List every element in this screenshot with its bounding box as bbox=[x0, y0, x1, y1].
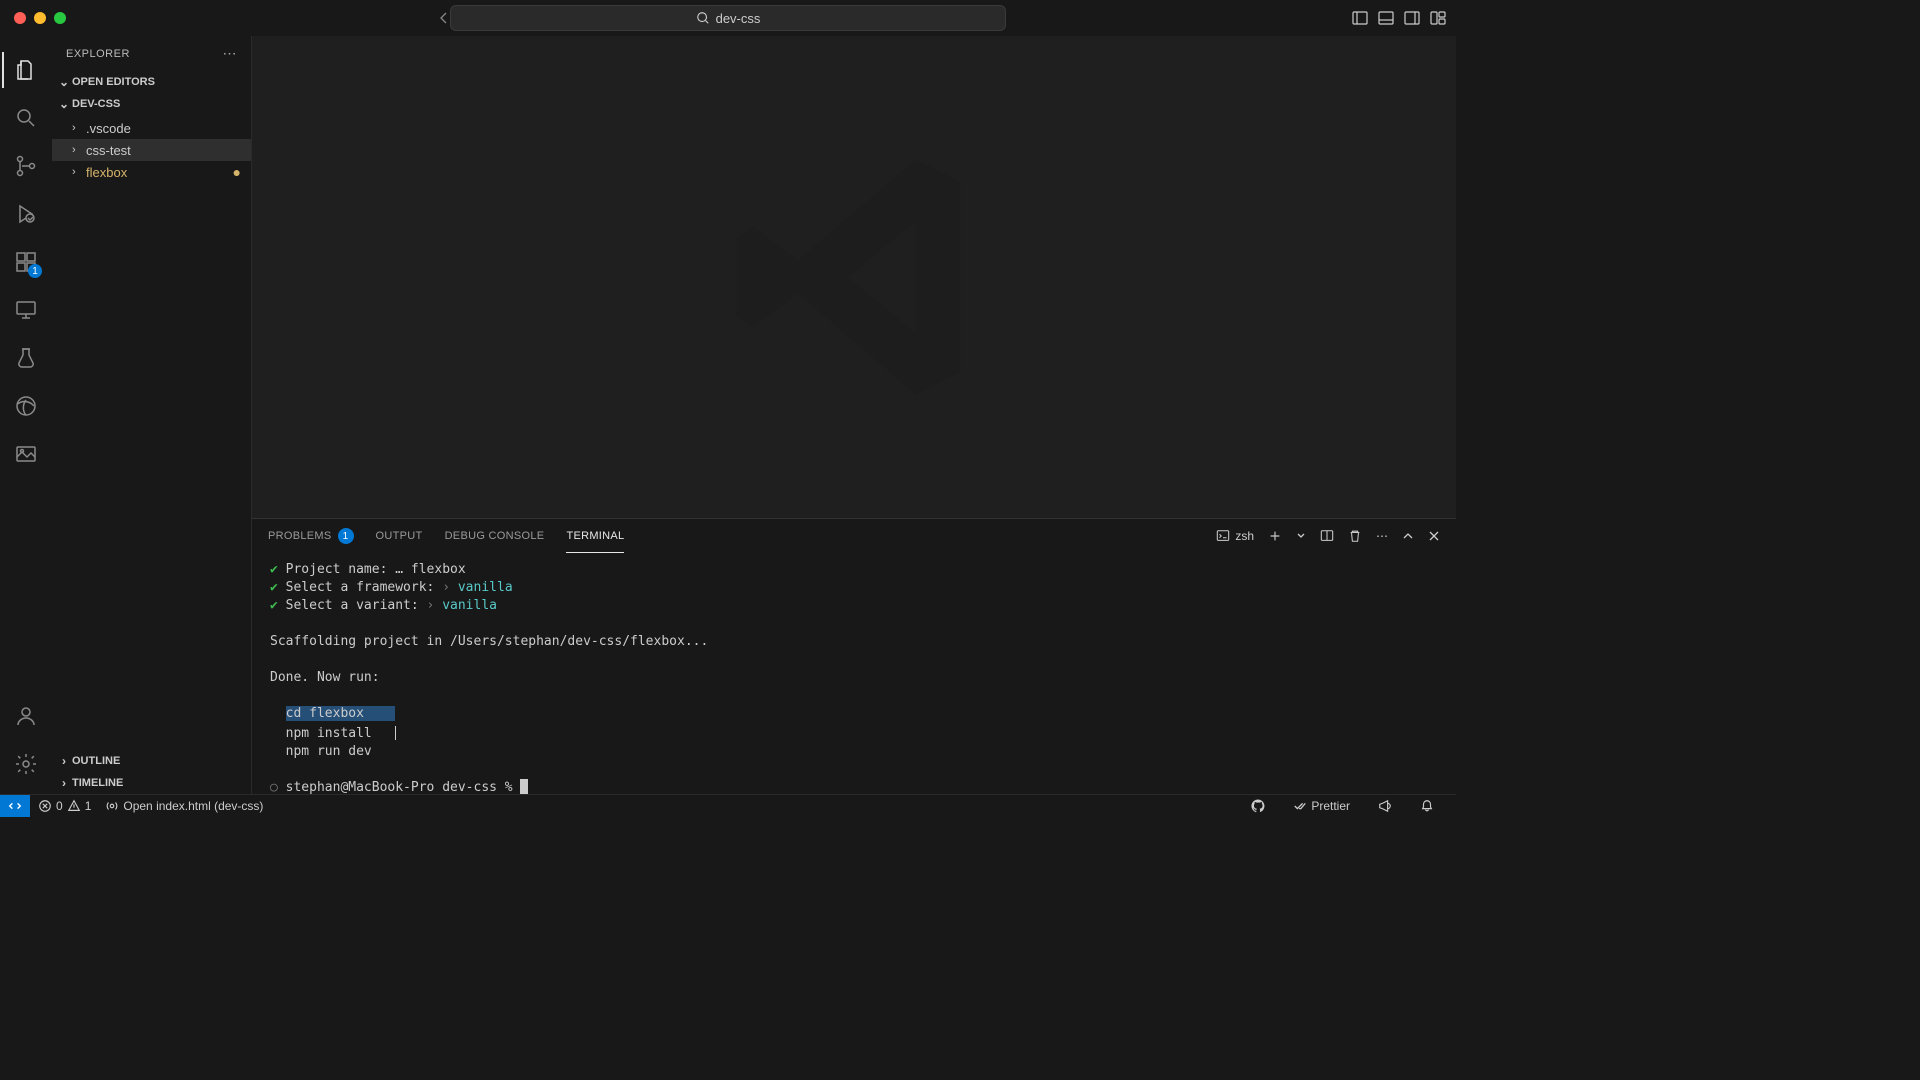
command-center-search[interactable]: dev-css bbox=[450, 5, 1006, 31]
terminal-icon bbox=[1216, 529, 1230, 543]
megaphone-icon bbox=[1378, 799, 1392, 813]
folder-vscode[interactable]: › .vscode bbox=[52, 117, 251, 139]
chevron-right-icon: › bbox=[56, 776, 72, 790]
activity-source-control[interactable] bbox=[2, 142, 50, 190]
terminal-dropdown-button[interactable] bbox=[1296, 531, 1306, 541]
github-icon bbox=[1251, 799, 1265, 813]
status-live-server[interactable]: Open index.html (dev-css) bbox=[105, 799, 263, 813]
window-controls bbox=[14, 12, 66, 24]
remote-indicator[interactable] bbox=[0, 795, 30, 817]
tab-problems[interactable]: PROBLEMS 1 bbox=[268, 519, 354, 553]
activity-remote-explorer[interactable] bbox=[2, 286, 50, 334]
activity-run-debug[interactable] bbox=[2, 190, 50, 238]
chevron-right-icon: › bbox=[72, 122, 86, 134]
open-editors-section[interactable]: ⌄ OPEN EDITORS bbox=[52, 71, 251, 93]
chevron-down-icon: ⌄ bbox=[56, 75, 72, 89]
outline-section[interactable]: › OUTLINE bbox=[52, 750, 251, 772]
extensions-badge: 1 bbox=[28, 264, 42, 278]
chevron-right-icon: › bbox=[72, 166, 86, 178]
timeline-section[interactable]: › TIMELINE bbox=[52, 772, 251, 794]
editor-area: PROBLEMS 1 OUTPUT DEBUG CONSOLE TERMINAL… bbox=[252, 36, 1456, 794]
activity-testing[interactable] bbox=[2, 334, 50, 382]
toggle-secondary-sidebar-button[interactable] bbox=[1404, 11, 1420, 25]
maximize-panel-button[interactable] bbox=[1402, 530, 1414, 542]
sidebar-title: EXPLORER bbox=[66, 48, 130, 60]
panel-more-button[interactable]: ⋯ bbox=[1376, 529, 1388, 543]
broadcast-icon bbox=[105, 799, 119, 813]
sidebar-explorer: EXPLORER ⋯ ⌄ OPEN EDITORS ⌄ DEV-CSS › .v… bbox=[52, 36, 252, 794]
split-terminal-button[interactable] bbox=[1320, 529, 1334, 543]
status-prettier[interactable]: Prettier bbox=[1293, 799, 1350, 813]
sidebar-more-button[interactable]: ⋯ bbox=[223, 45, 238, 62]
panel-tabs: PROBLEMS 1 OUTPUT DEBUG CONSOLE TERMINAL… bbox=[252, 519, 1456, 553]
modified-indicator-icon: ● bbox=[233, 164, 241, 180]
activity-image-preview[interactable] bbox=[2, 430, 50, 478]
close-panel-button[interactable] bbox=[1428, 530, 1440, 542]
chevron-right-icon: › bbox=[72, 144, 86, 156]
status-notifications[interactable] bbox=[1420, 799, 1434, 813]
editor-background bbox=[252, 36, 1456, 518]
status-github[interactable] bbox=[1251, 799, 1265, 813]
chevron-down-icon: ⌄ bbox=[56, 97, 72, 111]
problems-badge: 1 bbox=[338, 528, 354, 544]
status-feedback[interactable] bbox=[1378, 799, 1392, 813]
search-text: dev-css bbox=[716, 11, 761, 26]
warning-icon bbox=[67, 799, 81, 813]
status-bar: 0 1 Open index.html (dev-css) Prettier bbox=[0, 794, 1456, 816]
activity-explorer[interactable] bbox=[2, 46, 50, 94]
activity-search[interactable] bbox=[2, 94, 50, 142]
folder-css-test[interactable]: › css-test bbox=[52, 139, 251, 161]
activity-settings[interactable] bbox=[2, 740, 50, 788]
toggle-panel-button[interactable] bbox=[1378, 11, 1394, 25]
check-all-icon bbox=[1293, 799, 1307, 813]
terminal-shell-selector[interactable]: zsh bbox=[1216, 529, 1254, 543]
new-terminal-button[interactable] bbox=[1268, 529, 1282, 543]
activity-accounts[interactable] bbox=[2, 692, 50, 740]
error-icon bbox=[38, 799, 52, 813]
text-cursor-icon bbox=[395, 726, 396, 746]
tab-output[interactable]: OUTPUT bbox=[376, 519, 423, 553]
status-problems[interactable]: 0 1 bbox=[38, 799, 91, 813]
vscode-logo-watermark bbox=[714, 137, 994, 417]
search-icon bbox=[696, 11, 710, 25]
terminal-output[interactable]: ✔ Project name: … flexbox ✔ Select a fra… bbox=[252, 553, 1456, 805]
terminal-cursor bbox=[520, 779, 528, 795]
folder-flexbox[interactable]: › flexbox ● bbox=[52, 161, 251, 183]
close-window-button[interactable] bbox=[14, 12, 26, 24]
bell-icon bbox=[1420, 799, 1434, 813]
minimize-window-button[interactable] bbox=[34, 12, 46, 24]
folder-root-section[interactable]: ⌄ DEV-CSS bbox=[52, 93, 251, 115]
kill-terminal-button[interactable] bbox=[1348, 529, 1362, 543]
maximize-window-button[interactable] bbox=[54, 12, 66, 24]
title-bar: dev-css bbox=[0, 0, 1456, 36]
bottom-panel: PROBLEMS 1 OUTPUT DEBUG CONSOLE TERMINAL… bbox=[252, 518, 1456, 794]
tab-terminal[interactable]: TERMINAL bbox=[566, 519, 624, 553]
activity-edge-tools[interactable] bbox=[2, 382, 50, 430]
activity-bar: 1 bbox=[0, 36, 52, 794]
tab-debug-console[interactable]: DEBUG CONSOLE bbox=[445, 519, 545, 553]
activity-extensions[interactable]: 1 bbox=[2, 238, 50, 286]
toggle-primary-sidebar-button[interactable] bbox=[1352, 11, 1368, 25]
chevron-right-icon: › bbox=[56, 754, 72, 768]
customize-layout-button[interactable] bbox=[1430, 11, 1446, 25]
